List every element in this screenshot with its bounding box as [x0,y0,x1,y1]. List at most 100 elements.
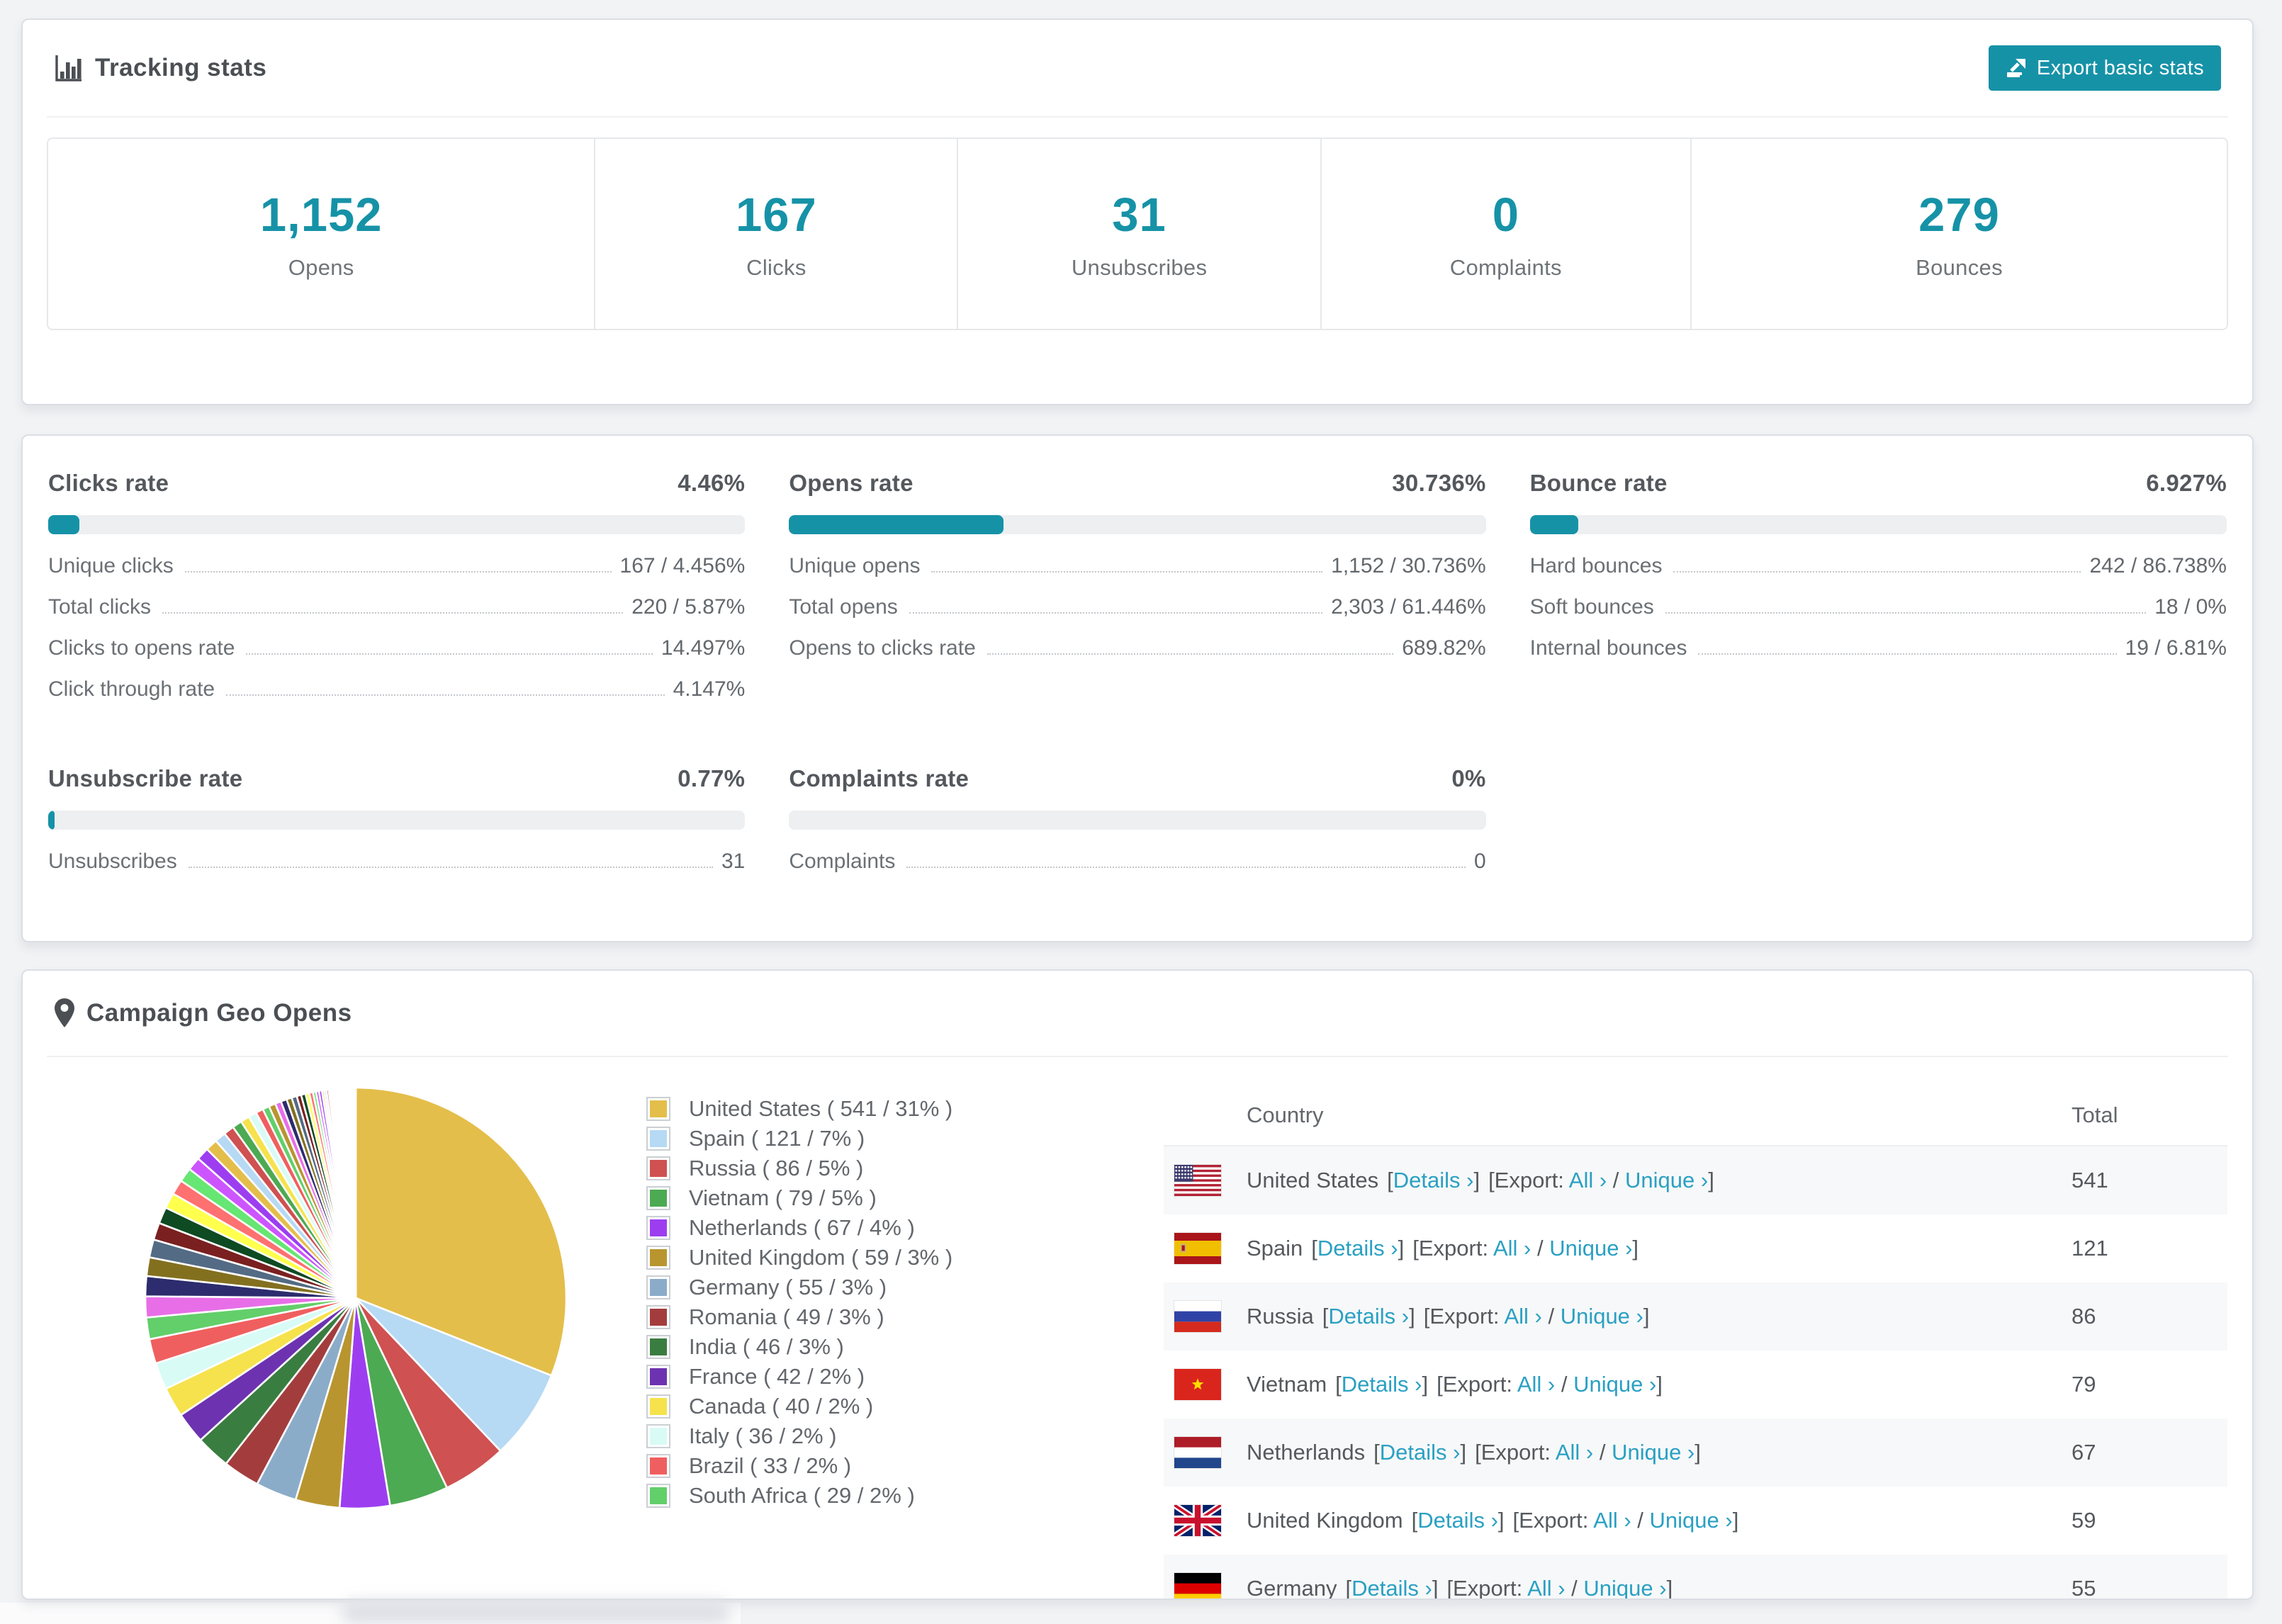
legend-item: Canada ( 40 / 2% ) [646,1392,1043,1421]
rate-rows: Unsubscribes 31 [48,850,745,891]
rate-row: Total opens 2,303 / 61.446% [789,595,1485,636]
country-cell: United Kingdom [Details ›] [Export: All › … [1174,1504,2072,1537]
rate-row-label: Internal bounces [1529,636,1687,660]
total-value: 86 [2072,1304,2096,1329]
legend-swatch [646,1424,670,1448]
export-basic-stats-button[interactable]: Export basic stats [1988,45,2221,91]
rate-value: 30.736% [1392,470,1486,496]
flag-vietnam-icon [1174,1368,1222,1401]
details-link[interactable]: Details › [1317,1236,1398,1261]
dotted-leader [909,612,1323,614]
export-all-link[interactable]: All › [1517,1372,1555,1397]
rate-value: 4.46% [678,470,746,496]
export-segment: [Export: All › / Unique ›] [1446,1576,1673,1598]
table-row: United Kingdom [Details ›] [Export: All › … [1164,1487,2227,1555]
legend-item: United States ( 541 / 31% ) [646,1094,1043,1124]
rate-row-label: Opens to clicks rate [789,636,976,660]
legend-label: Vietnam ( 79 / 5% ) [689,1185,877,1210]
export-unique-link[interactable]: Unique › [1583,1576,1666,1598]
export-all-link[interactable]: All › [1569,1168,1607,1192]
geo-header: Campaign Geo Opens [47,971,2228,1057]
legend-label: India ( 46 / 3% ) [689,1334,844,1359]
legend-swatch [646,1127,670,1151]
export-segment: [Export: All › / Unique ›] [1475,1440,1701,1465]
legend-item: Italy ( 36 / 2% ) [646,1421,1043,1451]
legend-item: Romania ( 49 / 3% ) [646,1302,1043,1332]
dotted-leader [1665,612,2147,614]
table-row: Netherlands [Details ›] [Export: All › / U… [1164,1419,2227,1487]
bracket: [ [1387,1168,1393,1192]
stat-label: Bounces [1916,254,2003,280]
country-name: Germany [1247,1576,1337,1600]
rate-row-value: 220 / 5.87% [631,595,746,619]
export-all-link[interactable]: All › [1527,1576,1565,1598]
rate-rows: Hard bounces 242 / 86.738% Soft bounces 18 … [1530,554,2227,677]
details-segment: [Details ›] [1322,1304,1415,1329]
rate-row: Complaints 0 [789,850,1485,891]
legend-swatch-color [650,1130,667,1147]
tracking-stats-card: Tracking stats Export basic stats 1,152 O… [21,18,2254,405]
details-link[interactable]: Details › [1342,1372,1422,1397]
legend-item: Russia ( 86 / 5% ) [646,1154,1043,1183]
export-unique-link[interactable]: Unique › [1612,1440,1694,1465]
legend-swatch [646,1186,670,1210]
legend-item: Vietnam ( 79 / 5% ) [646,1183,1043,1213]
legend-swatch [646,1275,670,1299]
export-all-link[interactable]: All › [1593,1508,1631,1533]
legend-item: India ( 46 / 3% ) [646,1332,1043,1362]
legend-swatch [646,1097,670,1121]
rate-rows: Unique opens 1,152 / 30.736% Total opens 2,… [789,554,1485,677]
progress-bar [1529,515,2227,534]
details-link[interactable]: Details › [1393,1168,1474,1192]
table-row: Spain [Details ›] [Export: All › / Unique … [1164,1214,2227,1282]
stat-label: Opens [288,254,354,280]
bracket: ] [1422,1372,1429,1397]
rate-row-value: 31 [721,850,746,873]
rate-head: Unsubscribe rate 0.77% [48,765,745,792]
legend-item: United Kingdom ( 59 / 3% ) [646,1243,1043,1273]
slash-separator: / [1607,1168,1626,1192]
export-all-link[interactable]: All › [1493,1236,1531,1261]
export-all-link[interactable]: All › [1504,1304,1541,1329]
details-link[interactable]: Details › [1328,1304,1409,1329]
dotted-leader [1673,571,2081,573]
rate-row-value: 2,303 / 61.446% [1331,595,1486,619]
export-unique-link[interactable]: Unique › [1561,1304,1643,1329]
legend-item: Germany ( 55 / 3% ) [646,1273,1043,1302]
export-unique-link[interactable]: Unique › [1625,1168,1708,1192]
rate-row: Internal bounces 19 / 6.81% [1530,636,2227,677]
export-all-link[interactable]: All › [1556,1440,1593,1465]
legend-swatch-color [650,1487,667,1504]
stat-cell-clicks: 167 Clicks [594,139,957,329]
dotted-leader [931,571,1323,573]
total-value: 59 [2072,1508,2096,1533]
details-segment: [Details ›] [1373,1440,1466,1465]
bottom-shadow-blob [342,1600,730,1624]
rate-row-label: Clicks to opens rate [48,636,235,660]
bracket: [ [1311,1236,1317,1261]
country-name: Russia [1247,1304,1314,1329]
bracket: ] [1694,1440,1701,1465]
details-link[interactable]: Details › [1417,1508,1498,1533]
export-segment: [Export: All › / Unique ›] [1488,1168,1714,1193]
country-name: United States [1247,1168,1379,1192]
bracket: [ [1373,1440,1380,1465]
rate-title: Complaints rate [789,765,969,791]
export-unique-link[interactable]: Unique › [1549,1236,1632,1261]
legend-swatch [646,1484,670,1508]
geo-table: Country Total United States [Details ›] [E… [1164,1086,2227,1600]
export-unique-link[interactable]: Unique › [1650,1508,1733,1533]
country-name: United Kingdom [1247,1508,1403,1533]
rates-card: Clicks rate 4.46% Unique clicks 167 / 4.456… [21,434,2254,942]
dotted-leader [987,653,1394,655]
legend-item: Spain ( 121 / 7% ) [646,1124,1043,1154]
slash-separator: / [1541,1304,1561,1329]
details-link[interactable]: Details › [1351,1576,1432,1598]
flag-spain-icon [1174,1232,1222,1265]
export-unique-link[interactable]: Unique › [1573,1372,1656,1397]
slash-separator: / [1631,1508,1650,1533]
legend-swatch-color [650,1457,667,1474]
legend-label: Spain ( 121 / 7% ) [689,1126,865,1151]
dotted-leader [162,612,624,614]
details-link[interactable]: Details › [1380,1440,1461,1465]
